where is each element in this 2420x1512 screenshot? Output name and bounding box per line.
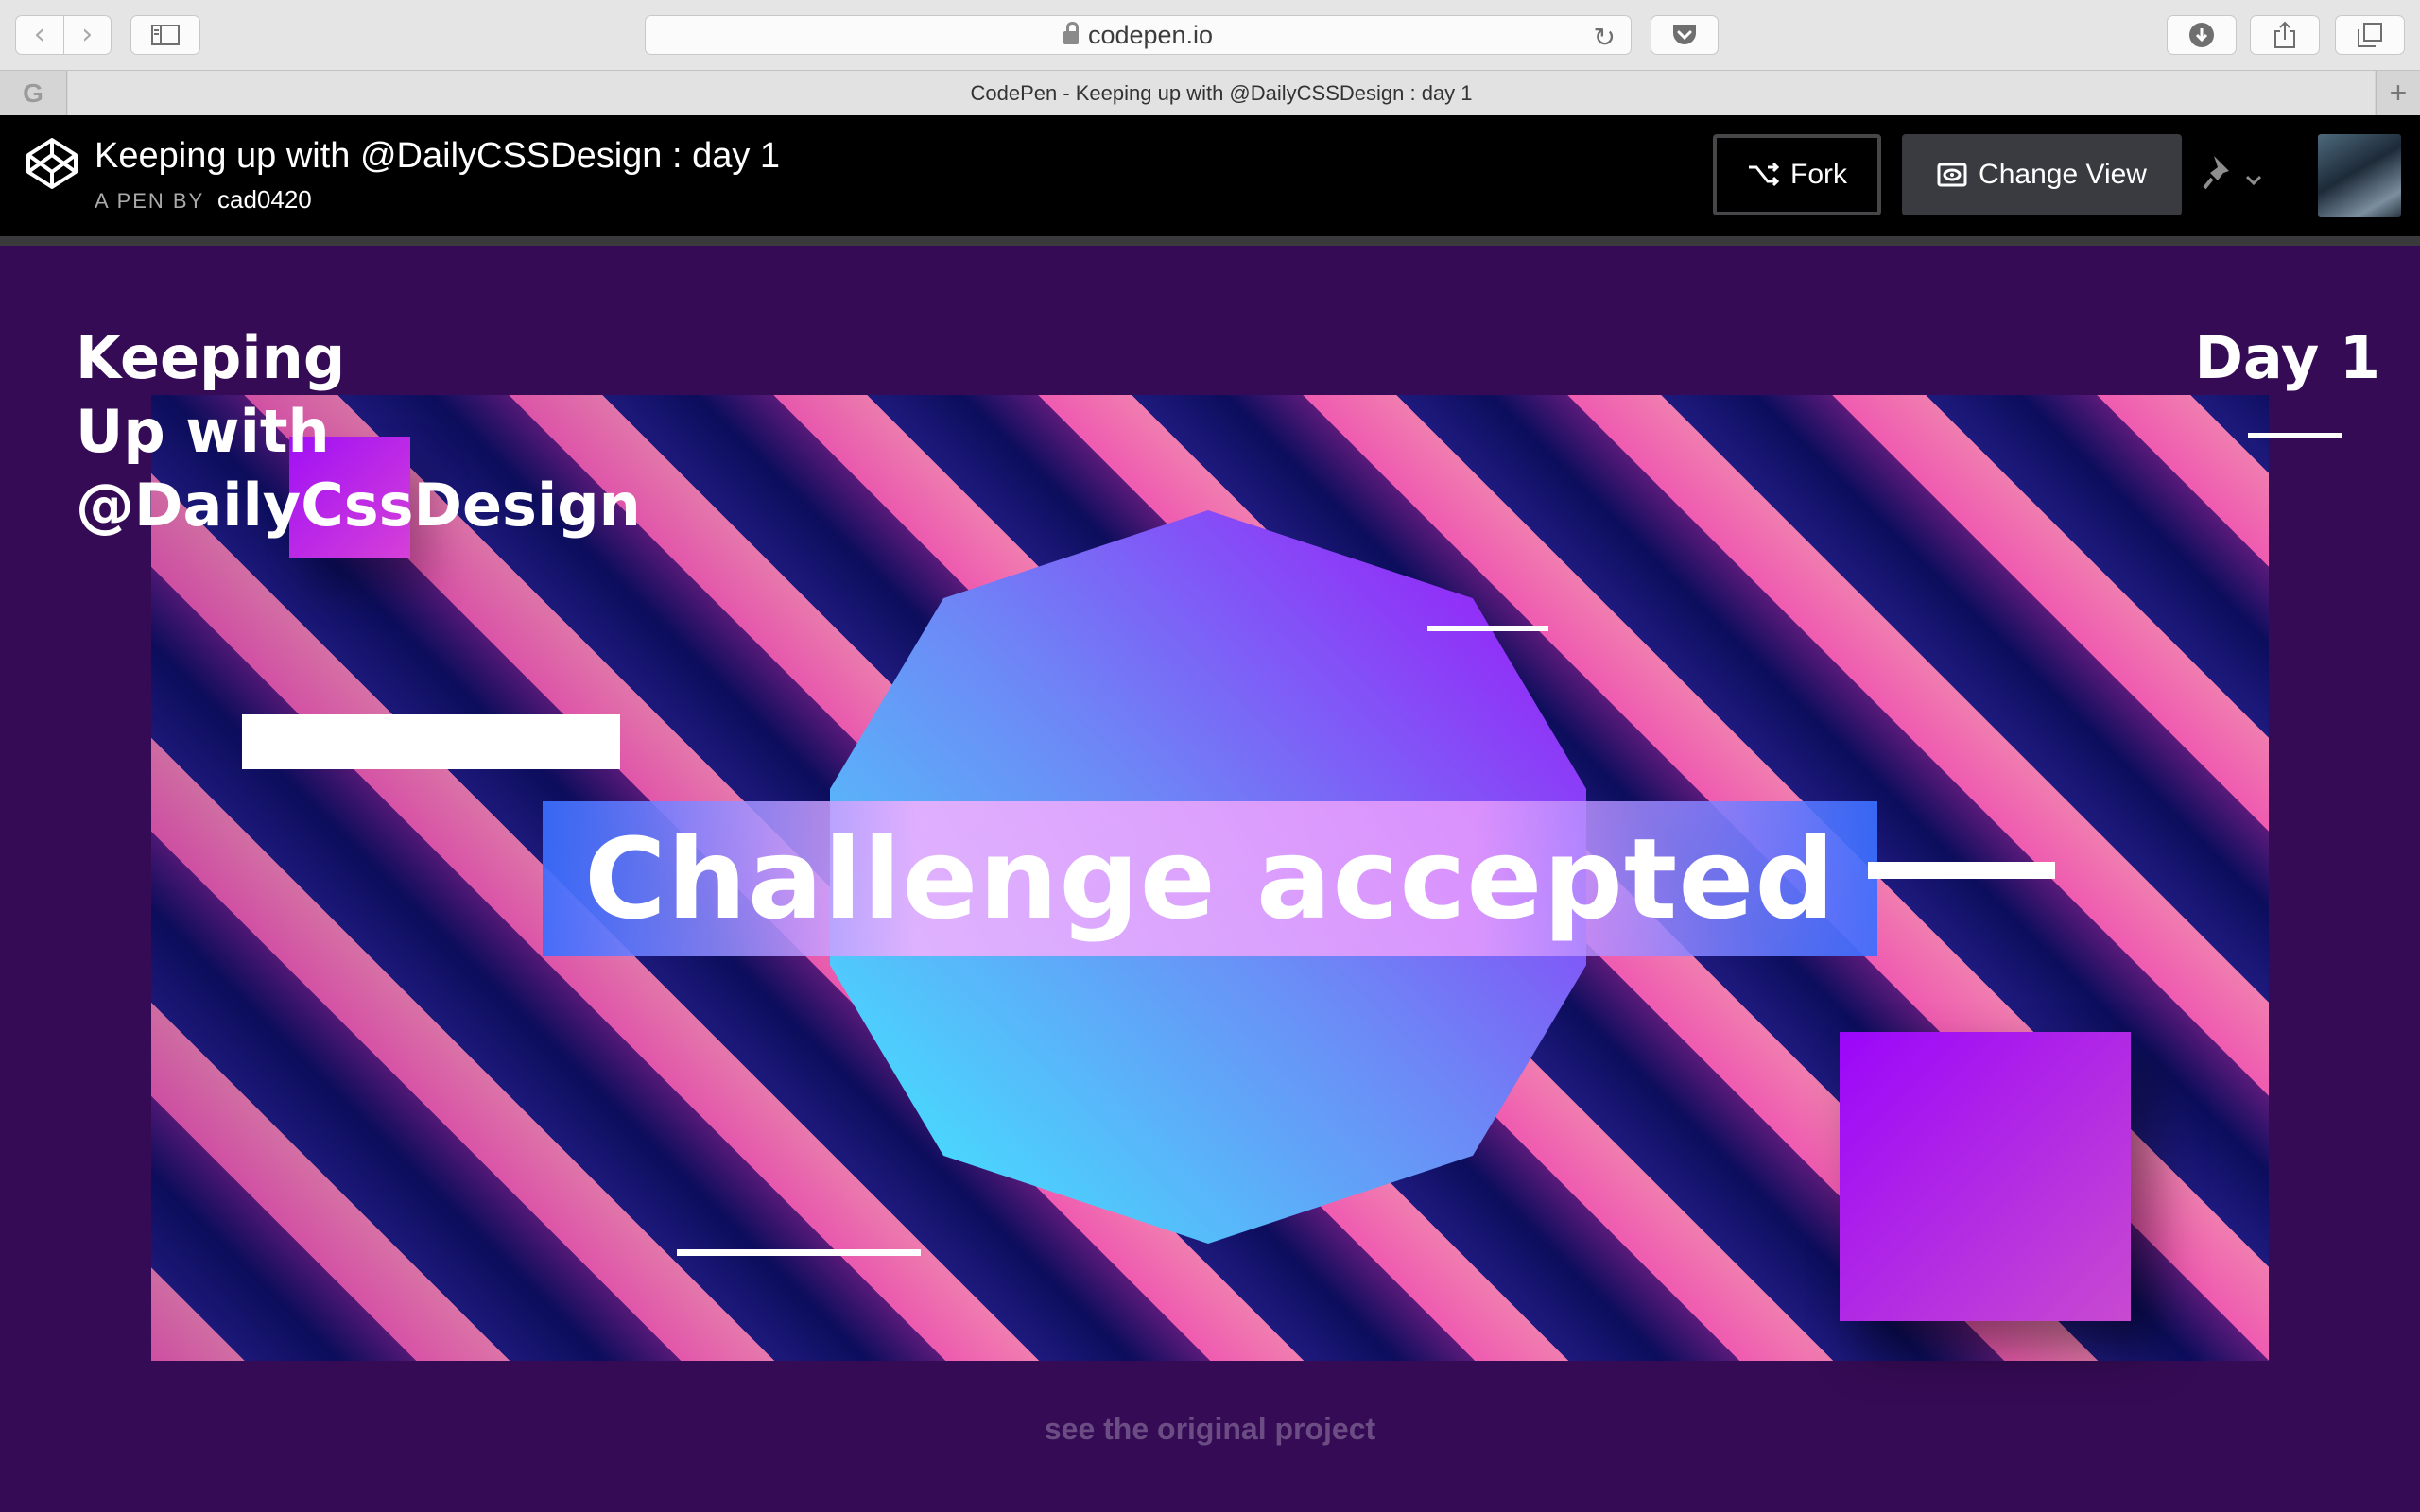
download-icon: [2189, 23, 2214, 47]
pen-by-label: A PEN BY: [95, 189, 204, 213]
pocket-icon: [1673, 25, 1696, 44]
back-button[interactable]: ‹: [16, 15, 63, 55]
share-button[interactable]: [2250, 15, 2320, 55]
codepen-logo-icon[interactable]: [25, 136, 79, 191]
day-underline: [2248, 433, 2342, 438]
tab-overview-button[interactable]: [2335, 15, 2405, 55]
reload-icon[interactable]: ↻: [1594, 22, 1616, 53]
new-tab-button[interactable]: +: [2376, 71, 2420, 115]
change-view-label: Change View: [1979, 159, 2147, 190]
pinned-tab[interactable]: G: [0, 71, 67, 115]
chevron-down-icon: [2245, 175, 2262, 186]
pen-heading: Keeping Up with @DailyCssDesign: [76, 321, 641, 542]
avatar[interactable]: [2318, 134, 2401, 217]
browser-toolbar: ‹ › codepen.io ↻ G CodePen - Keeping up …: [0, 0, 2420, 115]
fork-label: Fork: [1790, 159, 1847, 190]
pinned-tab-label: G: [23, 77, 43, 108]
headline: Challenge accepted: [584, 814, 1836, 944]
heading-line: @DailyCssDesign: [76, 471, 641, 540]
address-bar[interactable]: codepen.io ↻: [645, 15, 1632, 55]
url-text: codepen.io: [1087, 20, 1214, 49]
forward-button[interactable]: ›: [64, 15, 112, 55]
fork-icon: [1749, 163, 1779, 187]
purple-square-large: [1840, 1032, 2131, 1321]
tab-strip: G CodePen - Keeping up with @DailyCSSDes…: [0, 70, 2420, 115]
sidebar-button[interactable]: [130, 15, 200, 55]
tab-title: CodePen - Keeping up with @DailyCSSDesig…: [970, 80, 1473, 105]
white-bar: [677, 1249, 921, 1256]
heading-line: Keeping: [76, 323, 346, 392]
eye-icon: [1937, 163, 1967, 187]
day-label: Day 1: [2194, 323, 2380, 392]
change-view-button[interactable]: Change View: [1902, 134, 2182, 215]
share-icon: [2274, 21, 2295, 48]
fork-button[interactable]: Fork: [1713, 134, 1881, 215]
pin-icon: [2203, 156, 2229, 190]
active-tab[interactable]: CodePen - Keeping up with @DailyCSSDesig…: [68, 71, 2375, 115]
white-bar: [1427, 626, 1548, 631]
white-bar: [1868, 862, 2055, 879]
original-project-link[interactable]: see the original project: [0, 1412, 2420, 1447]
heading-line: Up with: [76, 397, 330, 466]
sidebar-icon: [151, 25, 180, 45]
nav-buttons: ‹ ›: [15, 15, 112, 55]
pin-button[interactable]: [2199, 144, 2267, 206]
lock-icon: [1063, 22, 1079, 44]
pen-title: Keeping up with @DailyCSSDesign : day 1: [95, 136, 781, 176]
codepen-header: Keeping up with @DailyCSSDesign : day 1 …: [0, 115, 2420, 246]
tabs-icon: [2358, 23, 2382, 47]
white-bar: [242, 714, 620, 769]
pen-byline: A PEN BY cad0420: [95, 185, 312, 215]
author-link[interactable]: cad0420: [217, 185, 312, 214]
pocket-button[interactable]: [1651, 15, 1719, 55]
downloads-button[interactable]: [2167, 15, 2237, 55]
